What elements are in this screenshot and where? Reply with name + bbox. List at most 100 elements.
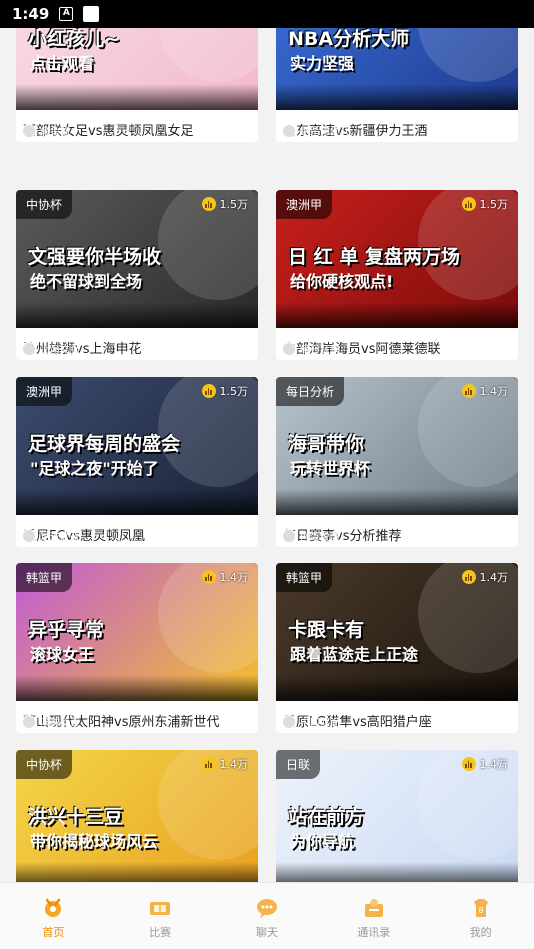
- heat-icon: [461, 384, 476, 398]
- thumb-subheadline: 点击观看: [30, 54, 95, 73]
- thumb-subheadline: "足球之夜"开始了: [30, 459, 159, 478]
- thumb-decoration: [418, 28, 518, 82]
- league-tag: 韩篮甲: [276, 563, 333, 592]
- league-tag: 韩篮甲: [16, 563, 73, 592]
- streamer: 中国蓝途: [282, 714, 340, 729]
- streamer-name: 海哥说球: [300, 532, 340, 543]
- stream-card[interactable]: 站在前方为你导航日联1.4万马里奥滋贺湖星vs秋田北部喜悦: [276, 750, 518, 882]
- tab-chat[interactable]: 聊天: [214, 883, 321, 949]
- streamer: 每日红单: [282, 341, 340, 356]
- thumb-subheadline: 实力坚强: [290, 54, 355, 73]
- thumb-shade: [276, 302, 518, 328]
- tab-label: 聊天: [255, 926, 278, 939]
- thumb-headline: 文强要你半场收: [28, 246, 162, 268]
- tab-home[interactable]: 首页: [0, 883, 107, 949]
- stream-card[interactable]: 海哥带你 玩转世界杯 每日分析 1.4万 海哥说球 每日赛事vs分析推荐: [276, 377, 518, 547]
- stream-card[interactable]: 异乎寻常 滚球女王 韩篮甲 1.4万 滚球女王 蔚山现代太阳神vs原州东浦新世代: [16, 563, 258, 733]
- stream-card[interactable]: NBA分析大师 实力坚强 绝杀带你飞 山东高速vs新疆伊力王酒: [276, 28, 518, 142]
- stream-card[interactable]: 文强要你半场收 绝不留球到全场 中协杯 1.5万 上海文强 沧州雄狮vs上海申花: [16, 190, 258, 360]
- league-tag: 中协杯: [16, 750, 73, 779]
- streamer-avatar: [22, 528, 36, 543]
- streamer-name: 每日红单: [300, 345, 340, 356]
- league-tag: 中协杯: [16, 190, 73, 219]
- stream-card[interactable]: 卡跟卡有 跟着蓝途走上正途 韩篮甲 1.4万 中国蓝途 昌原LG猎隼vs高阳猎户座: [276, 563, 518, 733]
- view-count-value: 1.5万: [219, 385, 249, 398]
- app-indicator-icon: [83, 6, 100, 22]
- stream-thumbnail: NBA分析大师 实力坚强: [276, 28, 518, 110]
- status-bar: 1:49 A: [0, 0, 534, 28]
- league-tag: 每日分析: [276, 377, 345, 406]
- thumb-shade: [276, 675, 518, 701]
- view-count: 1.4万: [461, 569, 509, 585]
- stream-card[interactable]: 日 红 单 复盘两万场 给你硬核观点! 澳洲甲 1.5万 每日红单 中部海岸海员vs阿德莱…: [276, 190, 518, 360]
- thumb-headline: 洪兴十三豆: [28, 806, 124, 828]
- thumb-headline: 海哥带你: [288, 433, 365, 455]
- thumb-headline: 足球界每周的盛会: [28, 433, 181, 455]
- thumb-shade: [16, 84, 258, 110]
- streamer-avatar: [22, 123, 36, 138]
- heat-icon: [461, 570, 476, 584]
- stream-list[interactable]: 小红孩儿~ 点击观看 鱼鱼酱 西部联女足vs惠灵顿凤凰女足 NBA分析大师 实力坚强 绝杀带…: [0, 28, 534, 882]
- tab-label: 我的: [469, 926, 492, 939]
- home-icon: [41, 896, 65, 920]
- tab-profile[interactable]: 8 我的: [427, 883, 534, 949]
- chat-icon: [255, 896, 279, 920]
- streamer: 鱼鱼酱: [22, 123, 70, 138]
- streamer-avatar: [282, 714, 296, 729]
- streamer-name: 绝杀带你飞: [300, 127, 350, 138]
- thumb-shade: [276, 489, 518, 515]
- thumb-headline: 日 红 单 复盘两万场: [288, 246, 460, 268]
- tab-label: 首页: [42, 926, 65, 939]
- stream-thumbnail: 小红孩儿~ 点击观看: [16, 28, 258, 110]
- thumb-shade: [16, 675, 258, 701]
- view-count: 1.4万: [201, 569, 249, 585]
- view-count-value: 1.4万: [479, 571, 509, 584]
- view-count-value: 1.4万: [219, 571, 249, 584]
- view-count-value: 1.5万: [219, 198, 249, 211]
- view-count: 1.5万: [201, 383, 249, 399]
- view-count-value: 1.5万: [479, 198, 509, 211]
- view-count-value: 1.4万: [479, 385, 509, 398]
- streamer-name: 滚球女王: [40, 718, 80, 729]
- streamer-name: 中国蓝途: [300, 718, 340, 729]
- view-count: 1.4万: [201, 756, 248, 772]
- tab-contacts[interactable]: 通讯录: [320, 883, 427, 949]
- tab-label: 通讯录: [357, 926, 391, 939]
- thumb-decoration: [158, 28, 258, 82]
- thumb-subheadline: 为你导航: [290, 832, 355, 851]
- thumb-subheadline: 绝不留球到全场: [30, 272, 143, 291]
- heat-icon: [201, 384, 216, 398]
- notification-icon: A: [59, 7, 74, 21]
- streamer-avatar: [282, 528, 296, 543]
- streamer: 足球之夜: [22, 528, 80, 543]
- thumb-headline: 小红孩儿~: [28, 28, 120, 50]
- streamer-avatar: [282, 123, 296, 138]
- streamer-avatar: [22, 341, 36, 356]
- streamer: 上海文强: [22, 341, 80, 356]
- streamer: 海哥说球: [282, 528, 340, 543]
- match-icon: [148, 896, 172, 920]
- stream-card[interactable]: 洪兴十三豆带你揭秘球场风云中协杯1.4万洪兴十三豆沧州雄狮vs上海申花: [16, 750, 258, 882]
- stream-card[interactable]: 足球界每周的盛会 "足球之夜"开始了 澳洲甲 1.5万 足球之夜 悉尼FCvs惠灵顿凤凰: [16, 377, 258, 547]
- heat-icon: [201, 757, 216, 771]
- streamer-name: 鱼鱼酱: [40, 127, 70, 138]
- heat-icon: [201, 197, 216, 211]
- thumb-subheadline: 滚球女王: [30, 645, 95, 664]
- thumb-subheadline: 跟着蓝途走上正途: [290, 645, 419, 664]
- stream-card[interactable]: 小红孩儿~ 点击观看 鱼鱼酱 西部联女足vs惠灵顿凤凰女足: [16, 28, 258, 142]
- thumb-headline: NBA分析大师: [288, 28, 410, 50]
- thumb-shade: [16, 489, 258, 515]
- thumb-subheadline: 玩转世界杯: [290, 459, 371, 478]
- view-count: 1.5万: [201, 196, 249, 212]
- thumb-shade: [276, 84, 518, 110]
- tab-match[interactable]: 比赛: [107, 883, 214, 949]
- contacts-icon: [362, 896, 386, 920]
- status-time: 1:49: [12, 5, 50, 23]
- thumb-shade: [16, 302, 258, 328]
- heat-icon: [201, 570, 216, 584]
- league-tag: 澳洲甲: [276, 190, 333, 219]
- thumb-headline: 卡跟卡有: [288, 619, 365, 641]
- svg-text:8: 8: [478, 906, 483, 915]
- streamer: 滚球女王: [22, 714, 80, 729]
- heat-icon: [461, 757, 476, 771]
